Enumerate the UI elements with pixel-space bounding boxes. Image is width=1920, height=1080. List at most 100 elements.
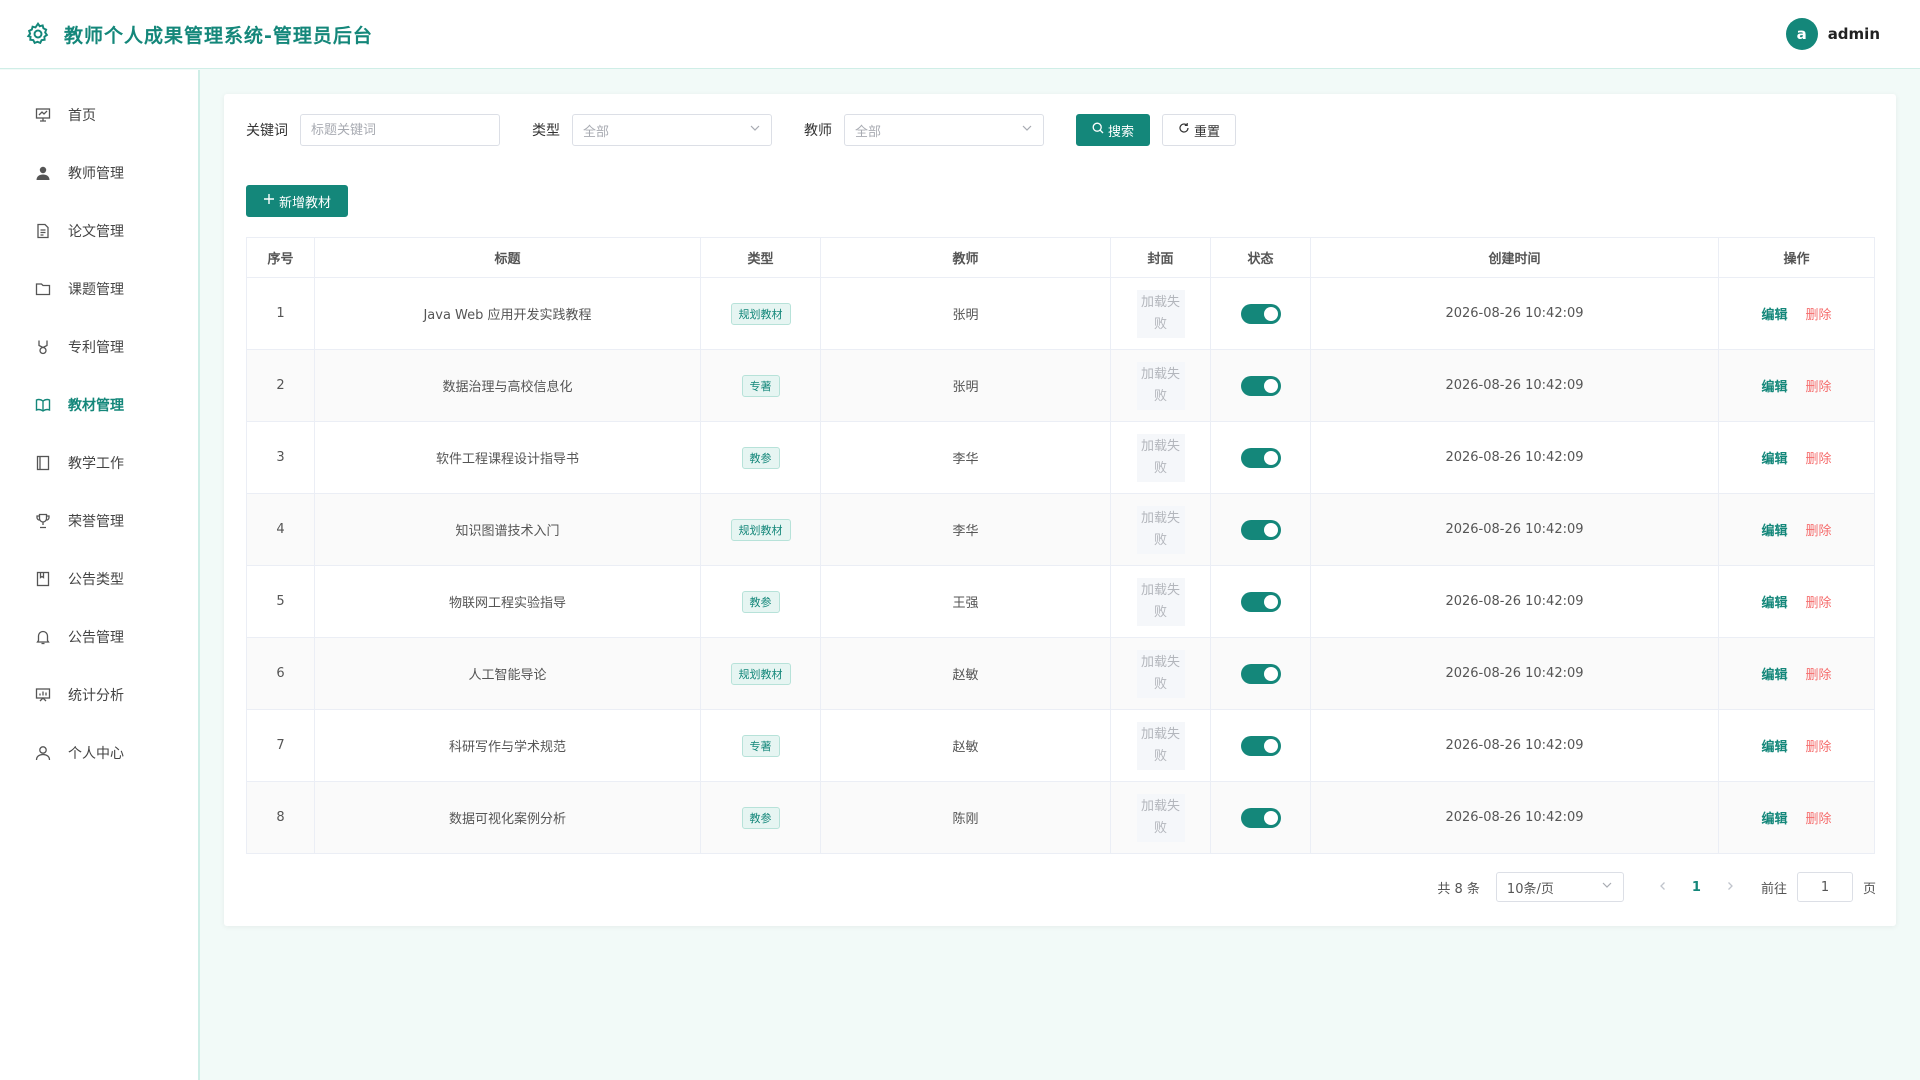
cell-actions: 编辑 删除 [1718,349,1875,422]
filter-bar: 关键词 类型 全部 教师 全部 搜索 [246,114,1236,146]
sidebar-item-honors[interactable]: 荣誉管理 [0,492,198,550]
textbook-table: 序号 标题 类型 教师 封面 状态 创建时间 操作 1 Java Web 应用开发… [246,237,1875,854]
sidebar-item-profile[interactable]: 个人中心 [0,724,198,782]
sidebar-item-label: 个人中心 [68,746,124,762]
type-select[interactable]: 全部 [572,114,772,146]
edit-button[interactable]: 编辑 [1761,740,1787,755]
gear-icon [24,20,52,48]
sidebar-item-projects[interactable]: 课题管理 [0,260,198,318]
cell-actions: 编辑 删除 [1718,421,1875,494]
cell-title: 软件工程课程设计指导书 [314,421,701,494]
cell-teacher: 李华 [820,421,1111,494]
prev-page-button[interactable] [1648,879,1678,895]
cell-no: 8 [246,781,315,854]
add-textbook-button[interactable]: 新增教材 [246,185,348,217]
delete-button[interactable]: 删除 [1806,380,1832,395]
bell-icon [34,628,52,646]
sidebar-item-patents[interactable]: 专利管理 [0,318,198,376]
type-tag: 规划教材 [730,302,791,325]
notebook-icon [34,454,52,472]
status-toggle[interactable] [1240,735,1281,756]
cell-actions: 编辑 删除 [1718,781,1875,854]
table-row: 2 数据治理与高校信息化 专著 张明 加载失败 2026-08-26 10:42:09 编辑… [246,349,1875,422]
user-menu[interactable]: a admin [1785,18,1880,50]
delete-button[interactable]: 删除 [1806,452,1832,467]
search-button[interactable]: 搜索 [1076,114,1150,146]
teacher-select[interactable]: 全部 [844,114,1044,146]
chevron-down-icon [749,122,761,138]
cell-teacher: 赵敏 [820,709,1111,782]
cover-image-placeholder: 加载失败 [1136,433,1185,482]
edit-button[interactable]: 编辑 [1761,596,1787,611]
cell-type: 教参 [700,781,821,854]
header-teacher: 教师 [820,237,1111,278]
cell-title: 数据治理与高校信息化 [314,349,701,422]
sidebar-item-statistics[interactable]: 统计分析 [0,666,198,724]
cell-created: 2026-08-26 10:42:09 [1310,349,1719,422]
cell-no: 7 [246,709,315,782]
header-created: 创建时间 [1310,237,1719,278]
status-toggle[interactable] [1240,447,1281,468]
delete-button[interactable]: 删除 [1806,812,1832,827]
cover-image-placeholder: 加载失败 [1136,793,1185,842]
cell-created: 2026-08-26 10:42:09 [1310,781,1719,854]
status-toggle[interactable] [1240,591,1281,612]
refresh-icon [1178,122,1190,138]
book-icon [34,396,52,414]
status-toggle[interactable] [1240,303,1281,324]
cell-cover: 加载失败 [1110,421,1211,494]
sidebar-item-teachers[interactable]: 教师管理 [0,144,198,202]
cell-type: 专著 [700,709,821,782]
sidebar-item-notices[interactable]: 公告管理 [0,608,198,666]
status-toggle[interactable] [1240,663,1281,684]
reset-button[interactable]: 重置 [1162,114,1236,146]
cell-created: 2026-08-26 10:42:09 [1310,421,1719,494]
sidebar-item-home[interactable]: 首页 [0,86,198,144]
next-page-button[interactable] [1715,879,1745,895]
sidebar-item-teaching[interactable]: 教学工作 [0,434,198,492]
sidebar-item-notice-types[interactable]: 公告类型 [0,550,198,608]
edit-button[interactable]: 编辑 [1761,452,1787,467]
cover-image-placeholder: 加载失败 [1136,361,1185,410]
page-size-select[interactable]: 10条/页 [1495,872,1624,902]
medal-icon [34,338,52,356]
cell-cover: 加载失败 [1110,637,1211,710]
chevron-down-icon [1021,122,1033,138]
edit-button[interactable]: 编辑 [1761,812,1787,827]
delete-button[interactable]: 删除 [1806,740,1832,755]
cell-no: 6 [246,637,315,710]
delete-button[interactable]: 删除 [1806,668,1832,683]
cell-created: 2026-08-26 10:42:09 [1310,277,1719,350]
sidebar-item-textbooks[interactable]: 教材管理 [0,376,198,434]
delete-button[interactable]: 删除 [1806,308,1832,323]
presentation-icon [34,106,52,124]
sidebar-item-papers[interactable]: 论文管理 [0,202,198,260]
delete-button[interactable]: 删除 [1806,596,1832,611]
edit-button[interactable]: 编辑 [1761,668,1787,683]
edit-button[interactable]: 编辑 [1761,524,1787,539]
header-cover: 封面 [1110,237,1211,278]
edit-button[interactable]: 编辑 [1761,308,1787,323]
goto-page-input[interactable] [1796,872,1853,902]
avatar[interactable]: a [1785,18,1818,50]
cell-cover: 加载失败 [1110,349,1211,422]
cover-image-placeholder: 加载失败 [1136,721,1185,770]
teacher-select-value: 全部 [855,124,882,140]
keyword-input[interactable] [300,114,500,146]
table-header-row: 序号 标题 类型 教师 封面 状态 创建时间 操作 [246,237,1875,278]
username[interactable]: admin [1828,25,1880,43]
header-type: 类型 [700,237,821,278]
cell-teacher: 李华 [820,493,1111,566]
user-icon [34,744,52,762]
cell-no: 3 [246,421,315,494]
document-icon [34,222,52,240]
sidebar: 首页 教师管理 论文管理 课题管理 专利管理 教材管理 教学工作 荣誉管理 公告… [0,70,200,1080]
delete-button[interactable]: 删除 [1806,524,1832,539]
page-number-1[interactable]: 1 [1678,880,1715,895]
status-toggle[interactable] [1240,519,1281,540]
status-toggle[interactable] [1240,807,1281,828]
status-toggle[interactable] [1240,375,1281,396]
cell-cover: 加载失败 [1110,277,1211,350]
edit-button[interactable]: 编辑 [1761,380,1787,395]
add-textbook-button-label: 新增教材 [278,195,331,211]
